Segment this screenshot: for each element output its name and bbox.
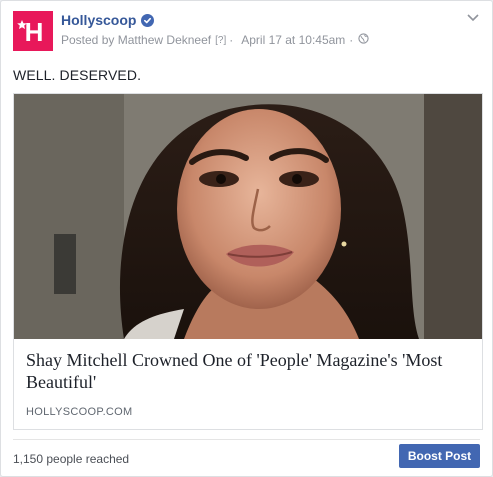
meta-separator: · — [229, 33, 234, 47]
link-title[interactable]: Shay Mitchell Crowned One of 'People' Ma… — [26, 349, 470, 393]
post-meta: Posted by Matthew Dekneef [?] · April 17… — [61, 33, 369, 47]
news-feed-post: H Hollyscoop Posted by Matthew Dekneef [… — [0, 0, 493, 477]
posted-by-label: Posted by — [61, 33, 115, 47]
post-header: H Hollyscoop Posted by Matthew Dekneef [… — [13, 11, 480, 55]
help-marker[interactable]: [?] — [215, 35, 226, 46]
link-preview-image[interactable] — [14, 94, 482, 339]
verified-badge-icon — [141, 13, 155, 27]
meta-separator-2: · — [349, 33, 354, 47]
link-preview-card[interactable]: Shay Mitchell Crowned One of 'People' Ma… — [13, 93, 483, 430]
page-name-row: Hollyscoop — [61, 12, 155, 28]
hollyscoop-logo-icon: H — [17, 17, 44, 47]
globe-icon[interactable] — [358, 33, 369, 47]
people-reached-count[interactable]: 1,150 people reached — [13, 452, 129, 466]
svg-text:H: H — [25, 17, 44, 47]
page-avatar[interactable]: H — [13, 11, 53, 51]
link-domain: HOLLYSCOOP.COM — [26, 406, 133, 418]
post-timestamp[interactable]: April 17 at 10:45am — [241, 33, 345, 47]
post-caption: WELL. DESERVED. — [13, 67, 142, 83]
author-link[interactable]: Matthew Dekneef — [118, 33, 211, 47]
footer-divider — [13, 439, 480, 440]
page-name-link[interactable]: Hollyscoop — [61, 12, 136, 28]
boost-post-button[interactable]: Boost Post — [399, 444, 480, 468]
chevron-down-icon[interactable] — [466, 13, 480, 23]
